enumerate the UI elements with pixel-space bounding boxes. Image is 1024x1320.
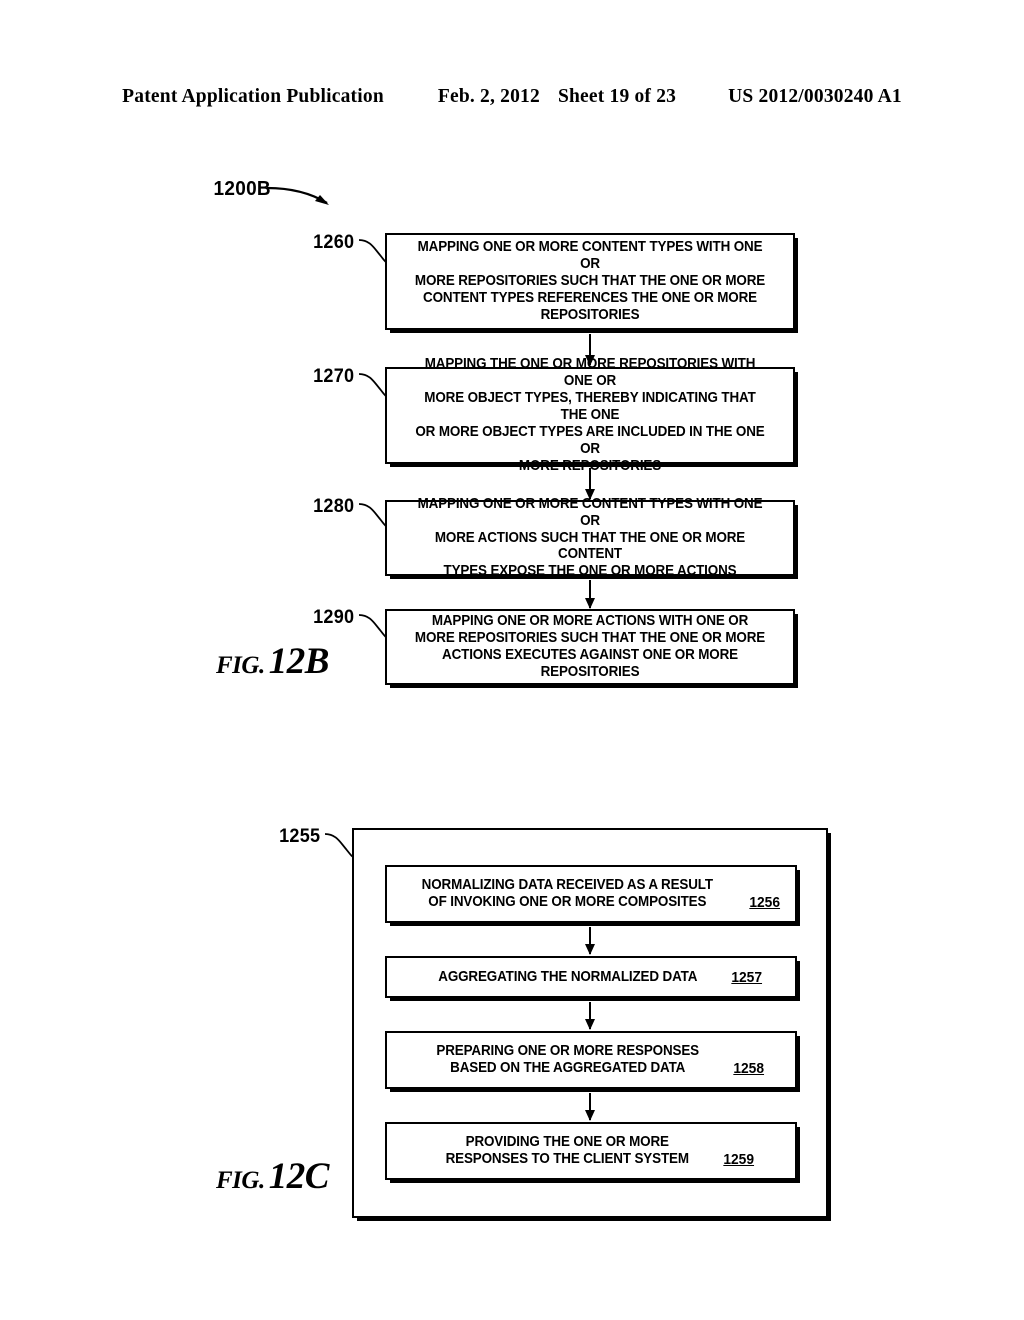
flow-step-1290: MAPPING ONE OR MORE ACTIONS WITH ONE OR … [385,609,795,685]
flow-step-1257-ref: 1257 [731,968,763,986]
publication-header: Patent Application Publication Feb. 2, 2… [0,86,1024,108]
flow-step-1258-text: PREPARING ONE OR MORE RESPONSES BASED ON… [436,1043,699,1076]
diagram-ref-1200b: 1200B [213,178,271,200]
flow-step-1256: NORMALIZING DATA RECEIVED AS A RESULT OF… [385,865,797,923]
figure-caption-12c-number: 12C [268,1156,330,1197]
figure-caption-12c: FIG. 12C [216,1155,329,1198]
publication-title: Patent Application Publication [122,86,384,107]
figure-caption-12c-word: FIG. [216,1167,265,1194]
connector-1280-1290 [589,580,591,608]
connector-1256-1257 [589,927,591,954]
flow-step-1256-ref: 1256 [748,893,780,911]
connector-1270-1280 [589,468,591,499]
connector-1257-1258 [589,1002,591,1029]
flow-step-1270: MAPPING THE ONE OR MORE REPOSITORIES WIT… [385,356,795,474]
flow-step-1259: PROVIDING THE ONE OR MORE RESPONSES TO T… [385,1122,797,1180]
flow-step-1260-text: MAPPING ONE OR MORE CONTENT TYPES WITH O… [414,239,766,323]
step-ref-1280: 1280 [313,496,355,517]
flow-step-1258: PREPARING ONE OR MORE RESPONSES BASED ON… [385,1031,797,1089]
flow-step-1270-text: MAPPING THE ONE OR MORE REPOSITORIES WIT… [415,356,765,474]
step-ref-1260: 1260 [313,232,355,253]
figure-caption-12b: FIG. 12B [216,640,329,683]
figure-caption-12b-word: FIG. [216,652,265,679]
flow-step-1280-text: MAPPING ONE OR MORE CONTENT TYPES WITH O… [417,495,763,580]
flow-step-1258-ref: 1258 [733,1059,765,1077]
flow-step-1259-text: PROVIDING THE ONE OR MORE RESPONSES TO T… [445,1134,689,1167]
flow-step-1260: MAPPING ONE OR MORE CONTENT TYPES WITH O… [385,233,795,330]
flow-step-1280: MAPPING ONE OR MORE CONTENT TYPES WITH O… [385,496,795,579]
patent-number: US 2012/0030240 A1 [728,86,902,107]
sheet-number: Sheet 19 of 23 [557,86,677,107]
connector-1258-1259 [589,1093,591,1120]
flow-step-1257: AGGREGATING THE NORMALIZED DATA 1257 [385,956,797,998]
step-ref-1270: 1270 [313,366,355,387]
flow-step-1257-text: AGGREGATING THE NORMALIZED DATA [437,968,697,985]
step-ref-1290: 1290 [313,607,355,628]
diagram-ref-1200b-arrow [266,186,329,205]
figure-caption-12b-number: 12B [268,641,330,682]
flow-step-1259-ref: 1259 [722,1150,754,1168]
flow-step-1256-text: NORMALIZING DATA RECEIVED AS A RESULT OF… [421,877,713,910]
publication-date: Feb. 2, 2012 [437,86,540,107]
container-ref-1255: 1255 [279,826,321,847]
flow-step-1290-text: MAPPING ONE OR MORE ACTIONS WITH ONE OR … [414,613,766,680]
